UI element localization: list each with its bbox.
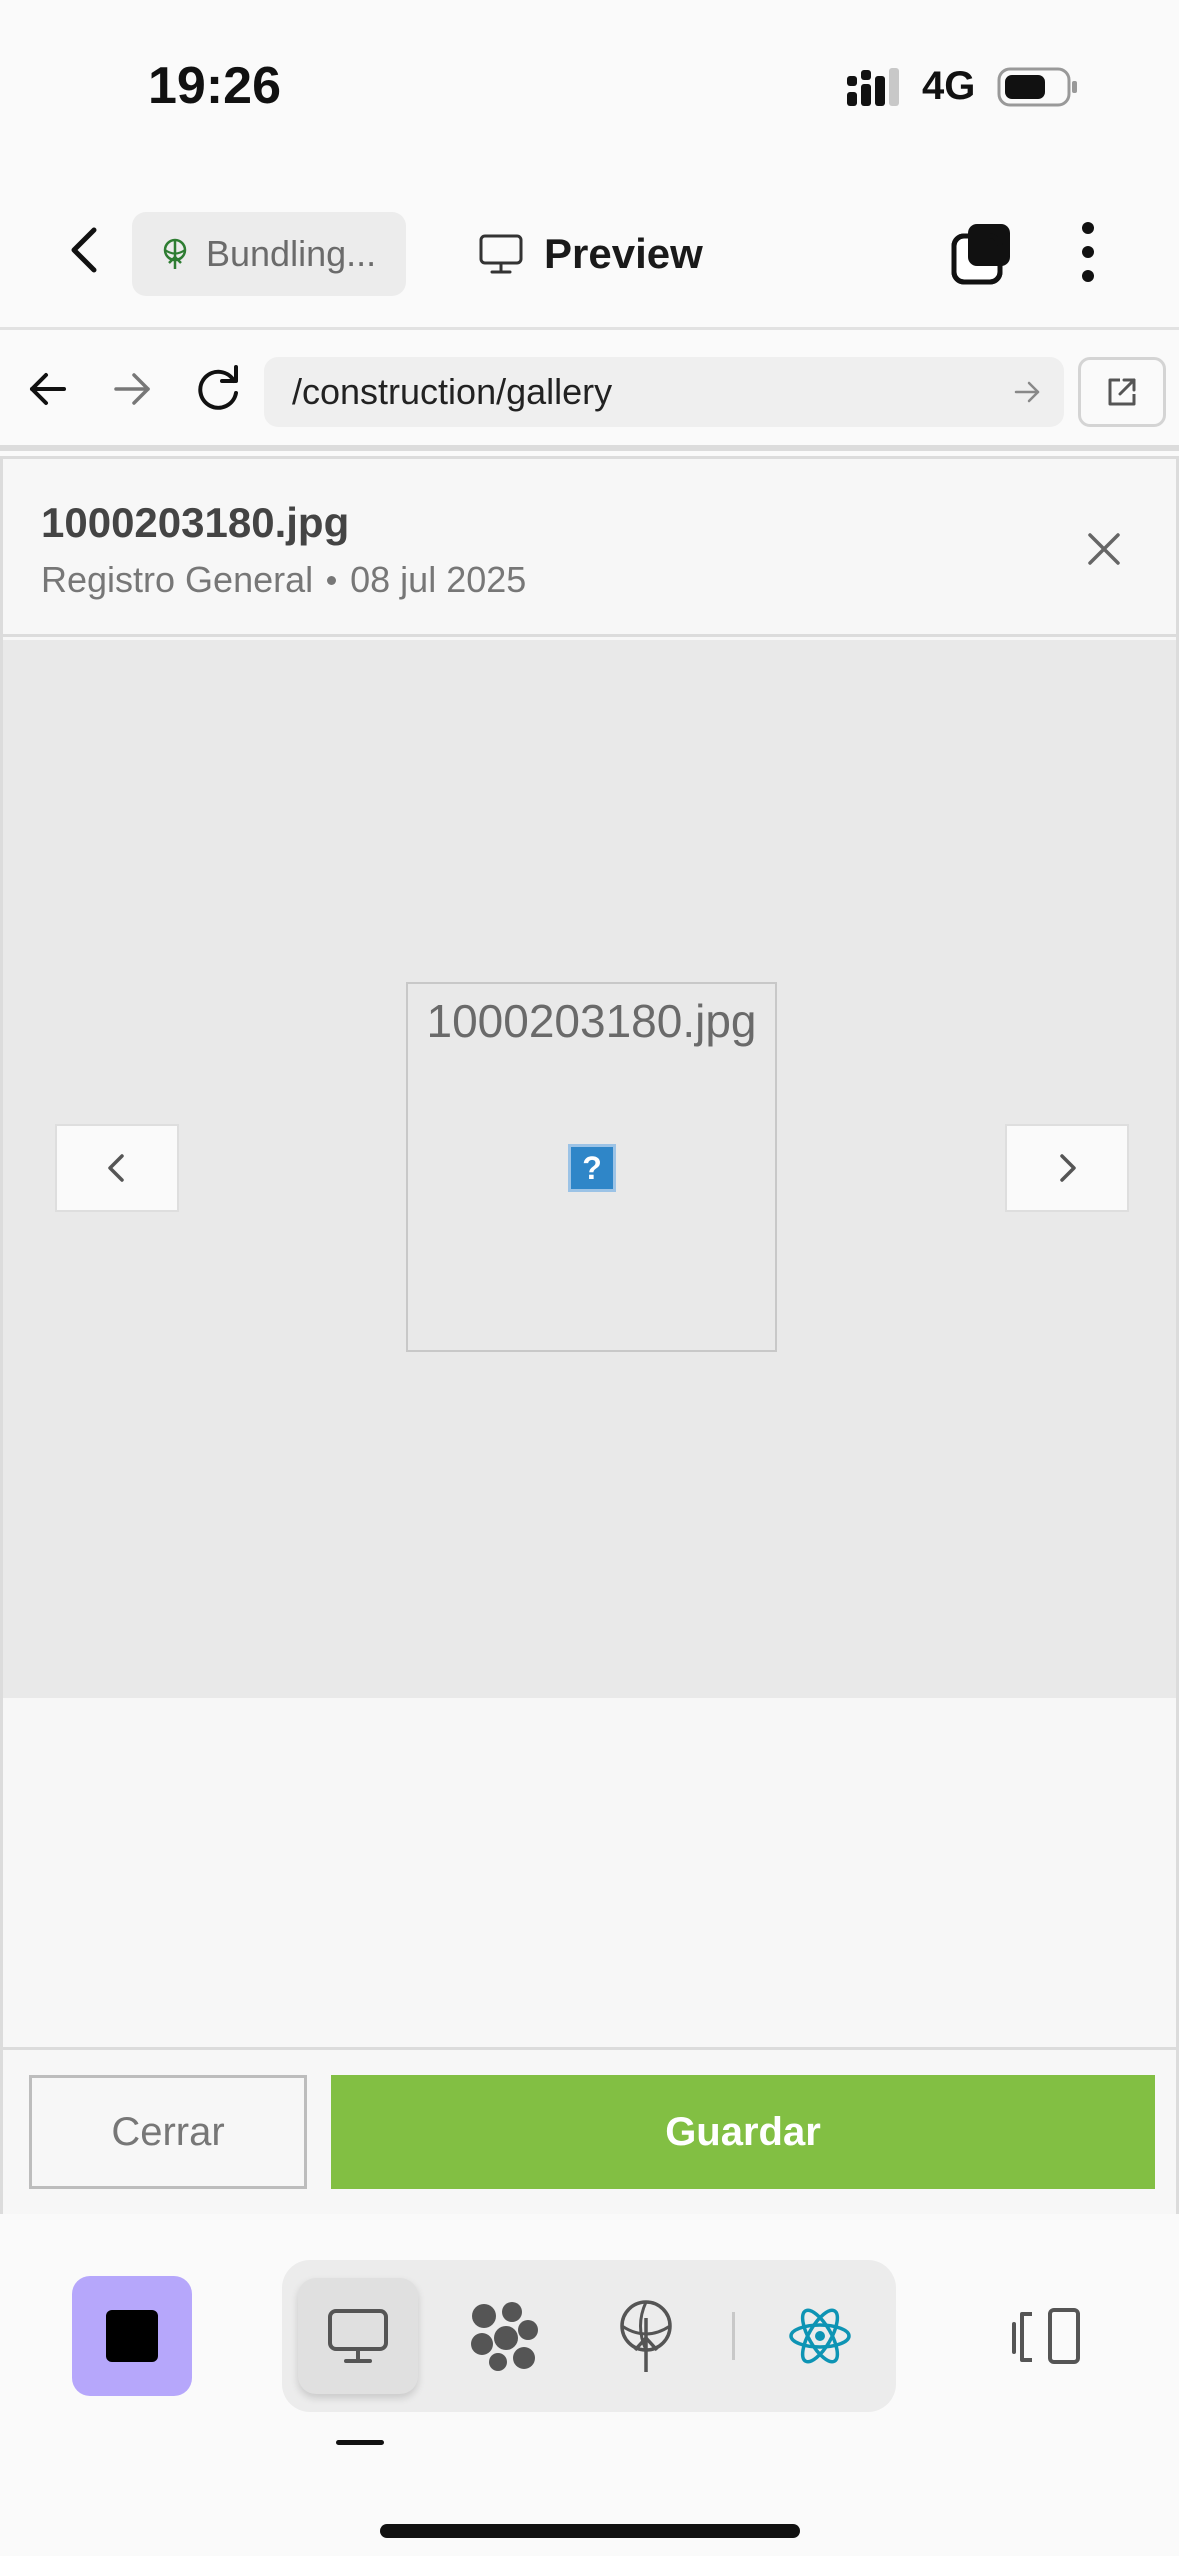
react-devtools-button[interactable] <box>760 2278 880 2394</box>
preview-label: Preview <box>544 230 703 277</box>
chevron-left-icon <box>108 1154 124 1182</box>
toolbar-divider <box>732 2312 735 2360</box>
url-text: /construction/gallery <box>292 371 613 412</box>
arrow-right-icon[interactable] <box>108 365 156 413</box>
image-viewer-area: 1000203180.jpg ? <box>3 640 1176 1698</box>
stop-button[interactable] <box>72 2276 192 2396</box>
go-arrow-icon[interactable] <box>1012 377 1042 407</box>
chevron-right-icon <box>1060 1154 1076 1182</box>
url-input[interactable]: /construction/gallery <box>264 357 1064 427</box>
react-atom-icon <box>789 2308 851 2364</box>
deploy-tree-icon <box>163 238 187 269</box>
reload-icon[interactable] <box>190 361 246 417</box>
deploy-tree-icon <box>620 2300 672 2372</box>
browser-url-bar: /construction/gallery <box>0 333 1179 451</box>
active-tab-indicator <box>336 2440 384 2445</box>
code-mode-button[interactable] <box>444 2278 564 2394</box>
monitor-icon <box>328 2309 388 2363</box>
status-time: 19:26 <box>148 57 281 115</box>
modal-header: 1000203180.jpg Registro General 08 jul 2… <box>3 459 1176 637</box>
modal-subtitle: Registro General 08 jul 2025 <box>41 559 526 601</box>
separator-dot <box>327 575 337 585</box>
save-button[interactable]: Guardar <box>331 2075 1155 2189</box>
deploy-mode-button[interactable] <box>586 2278 706 2394</box>
status-bar: 19:26 4G <box>0 0 1179 170</box>
next-image-button[interactable] <box>1005 1124 1129 1212</box>
image-alt-text: 1000203180.jpg <box>426 995 757 1047</box>
bottom-toolbar <box>0 2214 1179 2556</box>
bundling-label: Bundling... <box>206 233 377 274</box>
record-date: 08 jul 2025 <box>350 559 527 600</box>
preview-tab[interactable]: Preview <box>478 222 703 286</box>
preview-mode-button[interactable] <box>298 2278 418 2394</box>
tabs-switcher-icon[interactable] <box>950 222 1014 286</box>
arrow-left-icon[interactable] <box>24 365 72 413</box>
image-viewer-modal: 1000203180.jpg Registro General 08 jul 2… <box>0 456 1179 2214</box>
close-icon[interactable] <box>1084 529 1124 569</box>
previous-image-button[interactable] <box>55 1124 179 1212</box>
view-mode-group <box>282 2260 896 2412</box>
record-name: Registro General <box>41 559 314 600</box>
home-indicator <box>380 2524 800 2538</box>
modal-footer: Cerrar Guardar <box>3 2047 1176 2214</box>
back-chevron-icon[interactable] <box>56 220 116 280</box>
side-panel-icon[interactable] <box>1010 2306 1082 2366</box>
external-link-icon <box>1108 378 1136 406</box>
broken-image: 1000203180.jpg ? <box>406 982 777 1352</box>
modal-title: 1000203180.jpg <box>41 499 350 546</box>
monitor-icon <box>479 234 523 274</box>
stop-icon <box>106 2310 158 2362</box>
broken-image-icon: ? <box>568 1144 616 1192</box>
open-external-button[interactable] <box>1078 357 1166 427</box>
battery-icon <box>997 67 1077 107</box>
cancel-button[interactable]: Cerrar <box>29 2075 307 2189</box>
cellular-signal-icon <box>847 68 899 106</box>
app-header: Bundling... Preview <box>0 170 1179 330</box>
more-vertical-icon[interactable] <box>1068 220 1108 284</box>
network-type: 4G <box>922 64 976 108</box>
network-blob-icon <box>471 2302 538 2371</box>
bundling-status-pill[interactable]: Bundling... <box>132 212 406 296</box>
